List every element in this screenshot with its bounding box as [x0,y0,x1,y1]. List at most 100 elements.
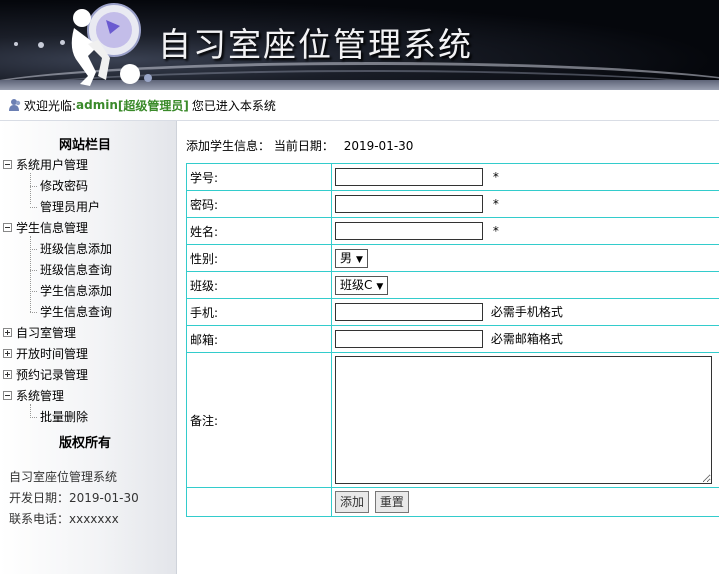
gender-selected-value: 男 [340,250,353,265]
welcome-prefix: 欢迎光临: [24,98,77,113]
expand-icon[interactable] [3,328,12,337]
sidebar-group-label: 系统管理 [16,389,65,403]
sidebar-group-study-room[interactable]: 自习室管理 [3,326,76,340]
field-cell: * [331,190,719,218]
tree-line [30,291,37,292]
field-cell: 班级C ▼ [331,271,719,299]
field-label: 班级: [186,271,332,299]
footer-dev-date: 开发日期：2019-01-30 [9,491,139,505]
tree-line [30,404,31,418]
remark-textarea[interactable] [335,356,712,484]
field-cell [331,352,719,488]
add-button[interactable]: 添加 [335,491,370,513]
form-row-phone: 手机: 必需手机格式 [186,298,719,326]
welcome-suffix: 您已进入本系统 [191,98,276,113]
mascot-figure-icon [71,3,152,86]
collapse-icon[interactable] [3,391,12,400]
sidebar-group-open-time[interactable]: 开放时间管理 [3,347,88,361]
sidebar-group-label: 学生信息管理 [16,221,89,235]
collapse-icon[interactable] [3,160,12,169]
sidebar-group-label: 自习室管理 [16,326,77,340]
phone-input[interactable] [335,303,483,322]
button-cell: 添加 重置 [331,487,719,517]
date-label: 当前日期： [273,139,334,153]
header-banner: 自习室座位管理系统 [0,0,719,90]
expand-icon[interactable] [3,349,12,358]
copyright-title: 版权所有 [58,436,111,451]
current-date: 2019-01-30 [343,139,414,153]
system-title: 自习室座位管理系统 [158,25,473,64]
field-cell: 男 ▼ [331,244,719,272]
field-label: 手机: [186,298,332,326]
sidebar-item-change-password[interactable]: 修改密码 [40,179,88,193]
footer-system-name: 自习室座位管理系统 [9,470,118,484]
form-row-buttons: 添加 重置 [186,487,719,517]
class-select[interactable]: 班级C ▼ [335,275,389,295]
password-input[interactable] [335,195,483,213]
email-hint: 必需邮箱格式 [490,331,563,346]
sidebar-group-label: 开放时间管理 [16,347,89,361]
banner-dot [38,42,44,48]
sidebar-group-system-admin[interactable]: 系统管理 [3,389,64,403]
tree-line [30,236,31,312]
student-id-input[interactable] [335,168,483,186]
sidebar-item-student-add[interactable]: 学生信息添加 [40,284,112,298]
field-cell: 必需手机格式 [331,298,719,326]
user-icon [9,99,21,111]
gender-select[interactable]: 男 ▼ [335,248,368,268]
class-selected-value: 班级C [340,277,373,292]
field-cell: * [331,217,719,245]
tree-line [30,173,31,204]
dropdown-arrow-icon: ▼ [356,254,363,265]
tree-line [30,207,37,208]
field-label: 密码: [186,190,332,218]
welcome-role: [超级管理员] [117,98,189,113]
expand-icon[interactable] [3,370,12,379]
tree-line [30,270,37,271]
name-input[interactable] [335,222,483,240]
welcome-username: admin [76,98,118,112]
sidebar-item-student-query[interactable]: 学生信息查询 [40,305,112,319]
required-mark: * [492,196,499,211]
footer-phone: 联系电话：xxxxxxx [9,512,119,526]
banner-dot [60,40,65,45]
form-row-class: 班级: 班级C ▼ [186,271,719,299]
required-mark: * [492,169,499,184]
field-label: 姓名: [186,217,332,245]
student-form: 学号: * 密码: * 姓名: * 性别: 男▼ 班级: 班级C▼ 手机: [186,163,719,517]
sidebar-group-label: 预约记录管理 [16,368,89,382]
sidebar-group-label: 系统用户管理 [16,158,89,172]
form-row-email: 邮箱: 必需邮箱格式 [186,325,719,353]
field-label: 性别: [186,244,332,272]
reset-button[interactable]: 重置 [374,491,409,513]
email-input[interactable] [335,330,483,349]
form-row-name: 姓名: * [186,217,719,245]
page-title: 添加学生信息： [186,139,271,153]
collapse-icon[interactable] [3,223,12,232]
tree-line [30,417,37,418]
dropdown-arrow-icon: ▼ [376,281,384,292]
tree-line [30,312,37,313]
field-label: 学号: [186,163,332,191]
sidebar-group-student-info[interactable]: 学生信息管理 [3,221,88,235]
phone-hint: 必需手机格式 [490,304,563,319]
empty-label-cell [186,487,332,517]
form-row-gender: 性别: 男 ▼ [186,244,719,272]
main-heading: 添加学生信息： 当前日期： 2019-01-30 [186,137,413,154]
required-mark: * [492,223,499,238]
sidebar-item-class-query[interactable]: 班级信息查询 [40,263,112,277]
tree-line [30,249,37,250]
welcome-bar: 欢迎光临: admin [超级管理员] 您已进入本系统 [0,90,719,121]
sidebar-item-batch-delete[interactable]: 批量删除 [40,410,88,424]
sidebar-item-admin-users[interactable]: 管理员用户 [40,200,100,214]
sidebar-group-reservations[interactable]: 预约记录管理 [3,368,88,382]
field-label: 备注: [186,352,332,488]
sidebar-title: 网站栏目 [58,138,111,153]
form-row-remark: 备注: [186,352,719,488]
sidebar-item-class-add[interactable]: 班级信息添加 [40,242,112,256]
sidebar-group-system-users[interactable]: 系统用户管理 [3,158,88,172]
sidebar: 网站栏目 系统用户管理 修改密码 管理员用户 学生信息管理 班级信息添加 班级信… [0,121,177,574]
tree-line [30,186,37,187]
field-label: 邮箱: [186,325,332,353]
field-cell: 必需邮箱格式 [331,325,719,353]
